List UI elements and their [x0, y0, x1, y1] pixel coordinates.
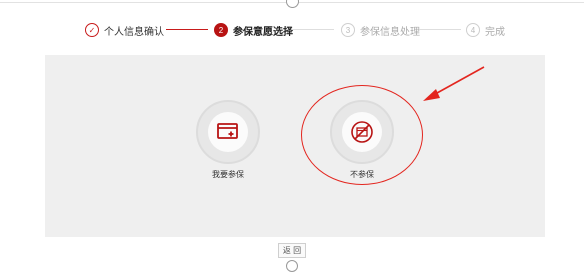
annotation-arrow-icon — [423, 66, 485, 101]
bottom-connector-knob — [286, 260, 298, 272]
back-button[interactable]: 返 回 — [278, 243, 306, 258]
